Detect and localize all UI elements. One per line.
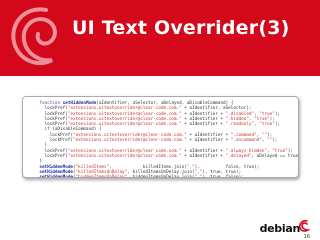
page-number: 16 <box>303 234 310 240</box>
code-line: lockPref("extensions.uitextoverrider@cle… <box>29 138 278 144</box>
code-line: lockPref("extensions.uitextoverrider@cle… <box>29 153 299 159</box>
code-listing: function setHiddenMode(aIdentifier, aSel… <box>23 97 299 178</box>
slide-header: UI Text Overrider(3) <box>0 0 320 76</box>
code-line: setHiddenMode("hiddenItemsOnDelay", hidd… <box>39 175 244 178</box>
logo-wordmark: debian <box>259 222 301 235</box>
code-block: function setHiddenMode(aIdentifier, aSel… <box>22 96 299 178</box>
logo-swirl-icon <box>299 219 311 232</box>
slide-title: UI Text Overrider(3) <box>72 17 290 39</box>
debian-swirl-icon <box>11 7 57 66</box>
